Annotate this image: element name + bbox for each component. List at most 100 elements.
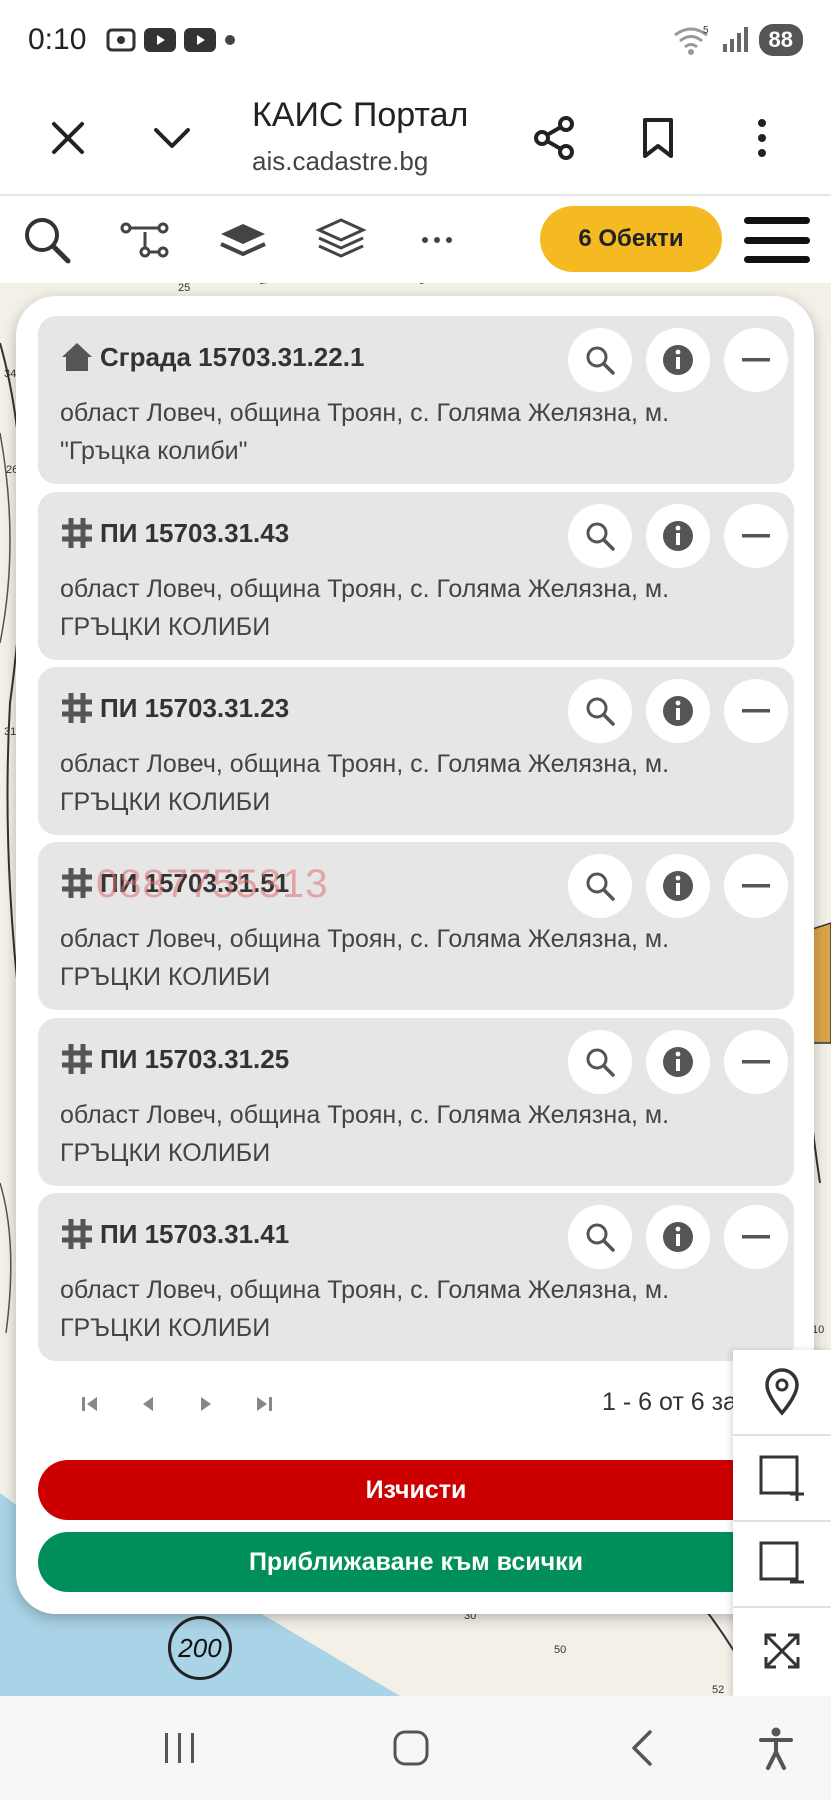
first-page-icon (82, 1397, 97, 1411)
object-info-button[interactable] (646, 854, 710, 918)
map-scale: 200 (168, 1616, 232, 1680)
selected-objects-panel: Сграда 15703.31.22.1 област Ловеч, общин… (16, 296, 814, 1614)
object-info-button[interactable] (646, 1030, 710, 1094)
last-page-button[interactable] (244, 1384, 284, 1424)
map-toolbar: 6 Обекти (0, 197, 831, 283)
previous-icon (143, 1397, 153, 1411)
zoom-to-all-button[interactable]: Приближаване към всички (38, 1532, 794, 1592)
page-url[interactable]: ais.cadastre.bg (252, 146, 428, 177)
map-label: 31 (4, 726, 16, 738)
recent-apps-button[interactable] (150, 1722, 210, 1774)
minus-icon (742, 709, 770, 713)
more-tools-button[interactable] (406, 209, 468, 271)
parcel-grid-icon (62, 1044, 92, 1074)
bookmark-button[interactable] (628, 108, 688, 168)
object-info-button[interactable] (646, 328, 710, 392)
object-card[interactable]: ПИ 15703.31.41 област Ловеч, община Троя… (38, 1193, 794, 1361)
minimize-button[interactable] (142, 108, 202, 168)
clear-button[interactable]: Изчисти (38, 1460, 794, 1520)
fullscreen-button[interactable] (733, 1608, 831, 1694)
map-label: 25 (178, 283, 190, 294)
zoom-to-object-button[interactable] (568, 854, 632, 918)
location-pin-icon (765, 1368, 799, 1416)
share-button[interactable] (524, 108, 584, 168)
search-icon (586, 697, 615, 726)
object-info-button[interactable] (646, 1205, 710, 1269)
accessibility-icon (759, 1727, 793, 1770)
object-card[interactable]: ПИ 15703.31.25 област Ловеч, община Троя… (38, 1018, 794, 1186)
info-icon (663, 1047, 693, 1077)
object-info-button[interactable] (646, 504, 710, 568)
zoom-in-box-button[interactable] (733, 1436, 831, 1522)
minus-icon (742, 884, 770, 888)
remove-object-button[interactable] (724, 504, 788, 568)
remove-object-button[interactable] (724, 328, 788, 392)
object-address: област Ловеч, община Троян, с. Голяма Же… (60, 399, 670, 465)
status-time: 0:10 (28, 23, 87, 56)
more-options-button[interactable] (732, 108, 792, 168)
info-icon (663, 521, 693, 551)
previous-page-button[interactable] (128, 1384, 168, 1424)
parcel-grid-icon (62, 693, 92, 723)
status-bar: 0:10 5 88 (0, 0, 831, 80)
search-icon (586, 346, 615, 375)
zoom-out-box-icon (759, 1541, 804, 1584)
route-tool-button[interactable] (114, 209, 176, 271)
object-title: ПИ 15703.31.41 (100, 1219, 290, 1249)
accessibility-button[interactable] (746, 1722, 806, 1774)
screenshot-icon (106, 28, 136, 52)
object-card[interactable]: ПИ 15703.31.51 0887755313 област Ловеч, … (38, 842, 794, 1010)
close-icon (52, 122, 84, 154)
remove-object-button[interactable] (724, 679, 788, 743)
object-info-button[interactable] (646, 679, 710, 743)
search-icon (25, 218, 71, 264)
dot-icon (225, 35, 236, 45)
zoom-in-box-icon (759, 1455, 804, 1501)
remove-object-button[interactable] (724, 1205, 788, 1269)
object-card[interactable]: Сграда 15703.31.22.1 област Ловеч, общин… (38, 316, 794, 484)
info-icon (663, 871, 693, 901)
layers-icon (315, 218, 367, 258)
search-icon (586, 1048, 615, 1077)
building-icon (62, 343, 92, 371)
minus-icon (742, 1235, 770, 1239)
first-page-button[interactable] (70, 1384, 110, 1424)
home-button[interactable] (381, 1722, 441, 1774)
layers-tool-button[interactable] (212, 209, 274, 271)
parcel-grid-icon (62, 1219, 92, 1249)
back-icon (632, 1730, 652, 1766)
main-menu-button[interactable] (742, 211, 812, 269)
zoom-to-object-button[interactable] (568, 504, 632, 568)
remove-object-button[interactable] (724, 1030, 788, 1094)
close-tab-button[interactable] (38, 108, 98, 168)
object-address: област Ловеч, община Троян, с. Голяма Же… (60, 925, 670, 991)
wifi-icon: 5 (673, 25, 709, 55)
base-layers-tool-button[interactable] (310, 209, 372, 271)
objects-count-button[interactable]: 6 Обекти (540, 206, 722, 272)
more-vertical-icon (758, 119, 766, 157)
page-title: КАИС Портал (252, 96, 469, 134)
zoom-to-object-button[interactable] (568, 679, 632, 743)
zoom-out-box-button[interactable] (733, 1522, 831, 1608)
zoom-to-object-button[interactable] (568, 328, 632, 392)
menu-bar (744, 256, 810, 263)
notification-icons (106, 27, 236, 53)
remove-object-button[interactable] (724, 854, 788, 918)
menu-bar (744, 236, 810, 244)
battery-indicator: 88 (758, 24, 803, 56)
route-icon (120, 222, 169, 258)
last-page-icon (257, 1397, 272, 1411)
system-navigation-bar (0, 1696, 831, 1800)
object-title: ПИ 15703.31.23 (100, 693, 290, 723)
zoom-to-object-button[interactable] (568, 1030, 632, 1094)
back-button[interactable] (612, 1722, 672, 1774)
object-card[interactable]: ПИ 15703.31.43 област Ловеч, община Троя… (38, 492, 794, 660)
zoom-to-object-button[interactable] (568, 1205, 632, 1269)
my-location-button[interactable] (733, 1350, 831, 1436)
youtube-icon (144, 28, 177, 52)
search-tool-button[interactable] (16, 209, 78, 271)
recent-apps-icon (165, 1733, 194, 1763)
object-card[interactable]: ПИ 15703.31.23 област Ловеч, община Троя… (38, 667, 794, 835)
next-page-button[interactable] (186, 1384, 226, 1424)
object-address: област Ловеч, община Троян, с. Голяма Же… (60, 1276, 670, 1342)
